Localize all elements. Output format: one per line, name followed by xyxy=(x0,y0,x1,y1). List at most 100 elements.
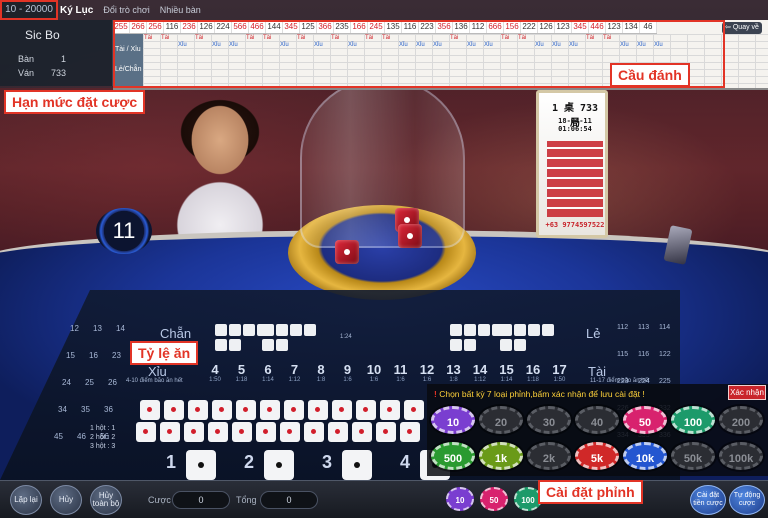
bet-double[interactable] xyxy=(404,400,424,420)
bet-total-15[interactable]: 15 1:14 xyxy=(492,362,522,383)
bet-double[interactable] xyxy=(400,422,420,442)
chip-200[interactable]: 200 xyxy=(719,406,763,434)
bet-pair-112[interactable]: 112 xyxy=(617,324,628,331)
bet-total-17[interactable]: 17 1:50 xyxy=(545,362,575,383)
bet-double[interactable] xyxy=(188,400,208,420)
bet-total-12[interactable]: 12 1:6 xyxy=(412,362,442,383)
bet-pair-46[interactable]: 46 xyxy=(77,432,86,441)
bet-pair-116[interactable]: 116 xyxy=(638,351,649,358)
bet-total-14[interactable]: 14 1:12 xyxy=(465,362,495,383)
bet-pair-114[interactable]: 114 xyxy=(659,324,670,331)
chip-2k[interactable]: 2k xyxy=(527,442,571,470)
bet-double[interactable] xyxy=(136,422,156,442)
bet-big[interactable]: Tài xyxy=(588,364,606,379)
selected-chip-10[interactable]: 10 xyxy=(446,487,474,511)
bet-double[interactable] xyxy=(236,400,256,420)
bet-total-6[interactable]: 6 1:14 xyxy=(253,362,283,383)
bet-pair-24[interactable]: 24 xyxy=(62,378,71,387)
bet-double[interactable] xyxy=(260,400,280,420)
confirm-button[interactable]: Xác nhận xyxy=(728,385,766,400)
tab-change-game[interactable]: Đổi trò chơi xyxy=(103,5,149,15)
bet-pair-14[interactable]: 14 xyxy=(116,324,125,333)
bet-small[interactable]: Xỉu xyxy=(148,364,167,379)
bet-double[interactable] xyxy=(256,422,276,442)
selected-chip-50[interactable]: 50 xyxy=(480,487,508,511)
bet-double[interactable] xyxy=(352,422,372,442)
chip-settings-button[interactable]: Cài đặt tiền cược xyxy=(690,485,726,515)
tab-multi-table[interactable]: Nhiều bàn xyxy=(160,5,201,15)
table-row: Bàn 1 xyxy=(18,54,66,64)
bet-total-11[interactable]: 11 1:6 xyxy=(386,362,416,383)
cancel-all-button[interactable]: Hủy toàn bộ xyxy=(90,485,122,515)
bet-pair-15[interactable]: 15 xyxy=(66,351,75,360)
bet-double[interactable] xyxy=(380,400,400,420)
bet-pair-16[interactable]: 16 xyxy=(89,351,98,360)
bet-double[interactable] xyxy=(160,422,180,442)
bet-double[interactable] xyxy=(140,400,160,420)
bet-triple[interactable] xyxy=(262,324,318,352)
chip-100k[interactable]: 100k xyxy=(719,442,763,470)
bet-pair-35[interactable]: 35 xyxy=(81,405,90,414)
bet-double[interactable] xyxy=(184,422,204,442)
bet-triple[interactable] xyxy=(500,324,556,352)
bet-pair-122[interactable]: 122 xyxy=(659,351,671,358)
chip-500[interactable]: 500 xyxy=(431,442,475,470)
bet-triple[interactable] xyxy=(450,324,506,352)
bet-total-13[interactable]: 13 1:8 xyxy=(439,362,469,383)
repeat-button[interactable]: Lặp lại xyxy=(10,485,42,515)
tab-history[interactable]: Ký Lục xyxy=(60,5,93,16)
bet-total-7[interactable]: 7 1:12 xyxy=(280,362,310,383)
single-number-4[interactable]: 4 xyxy=(400,452,410,473)
bet-total-16[interactable]: 16 1:18 xyxy=(518,362,548,383)
bet-double[interactable] xyxy=(284,400,304,420)
bet-total-10[interactable]: 10 1:6 xyxy=(359,362,389,383)
bet-double[interactable] xyxy=(308,400,328,420)
single-die-1[interactable] xyxy=(186,450,216,480)
bet-odd[interactable]: Lẻ xyxy=(586,326,600,341)
bet-pair-113[interactable]: 113 xyxy=(638,324,649,331)
single-die-3[interactable] xyxy=(342,450,372,480)
bet-double[interactable] xyxy=(212,400,232,420)
bet-pair-26[interactable]: 26 xyxy=(108,378,117,387)
chip-20[interactable]: 20 xyxy=(479,406,523,434)
bet-double[interactable] xyxy=(328,422,348,442)
bet-double[interactable] xyxy=(208,422,228,442)
bet-total-8[interactable]: 8 1:8 xyxy=(306,362,336,383)
total-value: 13 xyxy=(446,362,461,377)
single-number-3[interactable]: 3 xyxy=(322,452,332,473)
bet-double[interactable] xyxy=(232,422,252,442)
chip-10[interactable]: 10 xyxy=(431,406,475,434)
bet-double[interactable] xyxy=(376,422,396,442)
bet-pair-36[interactable]: 36 xyxy=(104,405,113,414)
bet-pair-12[interactable]: 12 xyxy=(70,324,79,333)
chip-1k[interactable]: 1k xyxy=(479,442,523,470)
bet-pair-45[interactable]: 45 xyxy=(54,432,63,441)
bet-double[interactable] xyxy=(164,400,184,420)
bet-pair-25[interactable]: 25 xyxy=(85,378,94,387)
chip-50k[interactable]: 50k xyxy=(671,442,715,470)
bet-pair-13[interactable]: 13 xyxy=(93,324,102,333)
chip-5k[interactable]: 5k xyxy=(575,442,619,470)
bet-total-5[interactable]: 5 1:18 xyxy=(227,362,257,383)
back-button[interactable]: ⇦ Quay về xyxy=(722,22,762,34)
single-number-1[interactable]: 1 xyxy=(166,452,176,473)
bet-double[interactable] xyxy=(304,422,324,442)
bet-total-9[interactable]: 9 1:6 xyxy=(333,362,363,383)
bet-pair-23[interactable]: 23 xyxy=(112,351,121,360)
auto-bet-button[interactable]: Tự động cược xyxy=(729,485,765,515)
single-number-2[interactable]: 2 xyxy=(244,452,254,473)
bet-double[interactable] xyxy=(332,400,352,420)
bet-pair-115[interactable]: 115 xyxy=(617,351,628,358)
single-die-2[interactable] xyxy=(264,450,294,480)
chip-10k[interactable]: 10k xyxy=(623,442,667,470)
bet-double[interactable] xyxy=(280,422,300,442)
bet-pair-34[interactable]: 34 xyxy=(58,405,67,414)
chip-40[interactable]: 40 xyxy=(575,406,619,434)
cancel-button[interactable]: Hủy xyxy=(50,485,82,515)
bet-even[interactable]: Chẵn xyxy=(160,326,191,341)
chip-50[interactable]: 50 xyxy=(623,406,667,434)
bet-double[interactable] xyxy=(356,400,376,420)
chip-100[interactable]: 100 xyxy=(671,406,715,434)
bet-total-4[interactable]: 4 1:50 xyxy=(200,362,230,383)
chip-30[interactable]: 30 xyxy=(527,406,571,434)
